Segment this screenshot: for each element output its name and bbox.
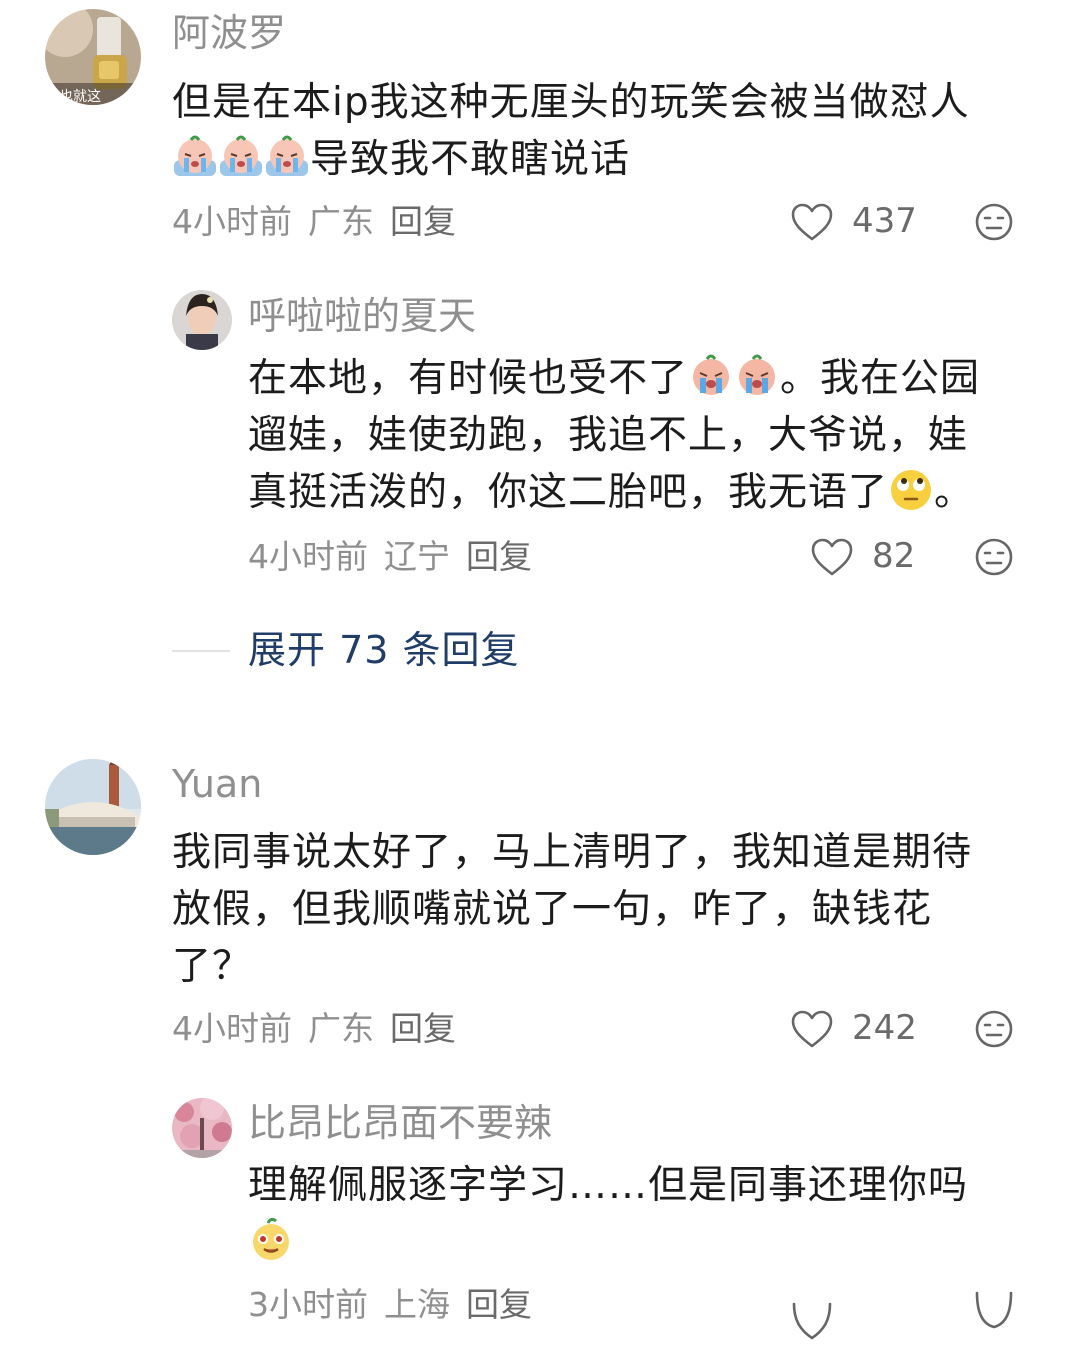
like-count: 437 (852, 201, 917, 241)
comment-text-line: 了？ (172, 944, 253, 989)
neutral-face-icon[interactable] (974, 1290, 1014, 1330)
crying-emoji (734, 353, 780, 399)
like-button[interactable]: 82 (810, 535, 920, 579)
avatar[interactable] (45, 759, 141, 855)
like-button[interactable]: 437 (790, 200, 920, 244)
username[interactable]: 呼啦啦的夏天 (248, 297, 476, 335)
timestamp: 4小时前 (248, 537, 368, 576)
comment-text: 我同事说太好了，马上清明了，我知道是期待 放假，但我顺嘴就说了一句，咋了，缺钱花… (172, 824, 1042, 995)
divider (172, 650, 230, 652)
comment-meta: 4小时前 广东 回复 (172, 205, 472, 238)
neutral-face-icon[interactable] (974, 1009, 1014, 1049)
comment-text-line: 我同事说太好了，马上清明了，我知道是期待 (172, 830, 973, 875)
avatar-image (172, 290, 232, 350)
reply-button[interactable]: 回复 (390, 202, 456, 241)
comment-text: 但是在本ip我这种无厘头的玩笑会被当做怼人 导致我不敢瞎说话 (172, 74, 1042, 188)
heart-outline-icon (791, 1010, 833, 1048)
comment-meta: 4小时前 辽宁 回复 (248, 540, 548, 573)
eye-roll-emoji (888, 467, 934, 513)
svg-text:也就这: 也就这 (59, 88, 101, 105)
avatar[interactable] (172, 290, 232, 350)
comment-text-line: 在本地，有时候也受不了 。我在公园 (248, 350, 1048, 407)
comment-meta: 4小时前 广东 回复 (172, 1012, 472, 1045)
comment-text: 在本地，有时候也受不了 。我在公园 遛娃，娃使劲跑，我追不上，大爷说，娃 真挺活… (248, 350, 1048, 521)
avatar-image (172, 1098, 232, 1158)
heart-outline-icon (811, 538, 853, 576)
avatar[interactable] (172, 1098, 232, 1158)
crying-emoji (688, 353, 734, 399)
crying-emoji (172, 134, 218, 180)
neutral-face-icon[interactable] (974, 202, 1014, 242)
reply-button[interactable]: 回复 (390, 1009, 456, 1048)
reply-button[interactable]: 回复 (466, 1285, 532, 1324)
comment-1: 也就这 阿波罗 但是在本ip我这种无厘头的玩笑会被当做怼人 导致我不敢瞎说话 4… (0, 0, 1080, 260)
heart-outline-icon (791, 203, 833, 241)
location: 上海 (384, 1285, 450, 1324)
username[interactable]: Yuan (172, 765, 262, 803)
like-count: 82 (872, 536, 916, 576)
comment-text: 理解佩服逐字学习……但是同事还理你吗 (248, 1157, 1048, 1271)
comment-text-line: 理解佩服逐字学习……但是同事还理你吗 (248, 1163, 969, 1208)
comment-text-line: 遛娃，娃使劲跑，我追不上，大爷说，娃 (248, 413, 969, 458)
timestamp: 4小时前 (172, 202, 292, 241)
comment-text-line: 但是在本ip我这种无厘头的玩笑会被当做怼人 (172, 80, 970, 125)
comment-meta: 3小时前 上海 回复 (248, 1288, 548, 1321)
username[interactable]: 比昂比昂面不要辣 (248, 1104, 552, 1142)
location: 广东 (308, 1009, 374, 1048)
timestamp: 3小时前 (248, 1285, 368, 1324)
comment-text-line: 真挺活泼的，你这二胎吧，我无语了 。 (248, 464, 1048, 521)
heart-outline-icon[interactable] (790, 1300, 834, 1340)
avatar-image: 也就这 (45, 9, 141, 105)
reply-1: 呼啦啦的夏天 在本地，有时候也受不了 。我在公园 遛娃，娃使劲跑，我追不上，大爷… (0, 280, 1080, 600)
expand-replies-label: 展开 73 条回复 (248, 628, 520, 672)
like-count: 242 (852, 1008, 917, 1048)
avatar[interactable]: 也就这 (45, 9, 141, 105)
avatar-image (45, 759, 141, 855)
crying-emoji (264, 134, 310, 180)
reply-button[interactable]: 回复 (466, 537, 532, 576)
username[interactable]: 阿波罗 (172, 14, 286, 52)
like-button[interactable]: 242 (790, 1007, 920, 1051)
location: 辽宁 (384, 537, 450, 576)
peach-face-emoji (248, 1217, 294, 1263)
crying-emoji (218, 134, 264, 180)
comment-2: Yuan 我同事说太好了，马上清明了，我知道是期待 放假，但我顺嘴就说了一句，咋… (0, 750, 1080, 1070)
location: 广东 (308, 202, 374, 241)
timestamp: 4小时前 (172, 1009, 292, 1048)
reply-2: 比昂比昂面不要辣 理解佩服逐字学习……但是同事还理你吗 3小时前 上海 回复 (0, 1090, 1080, 1353)
comment-text-line: 放假，但我顺嘴就说了一句，咋了，缺钱花 (172, 887, 933, 932)
comment-text-line (248, 1214, 1048, 1271)
comment-text-line: 导致我不敢瞎说话 (172, 131, 1042, 188)
neutral-face-icon[interactable] (974, 537, 1014, 577)
